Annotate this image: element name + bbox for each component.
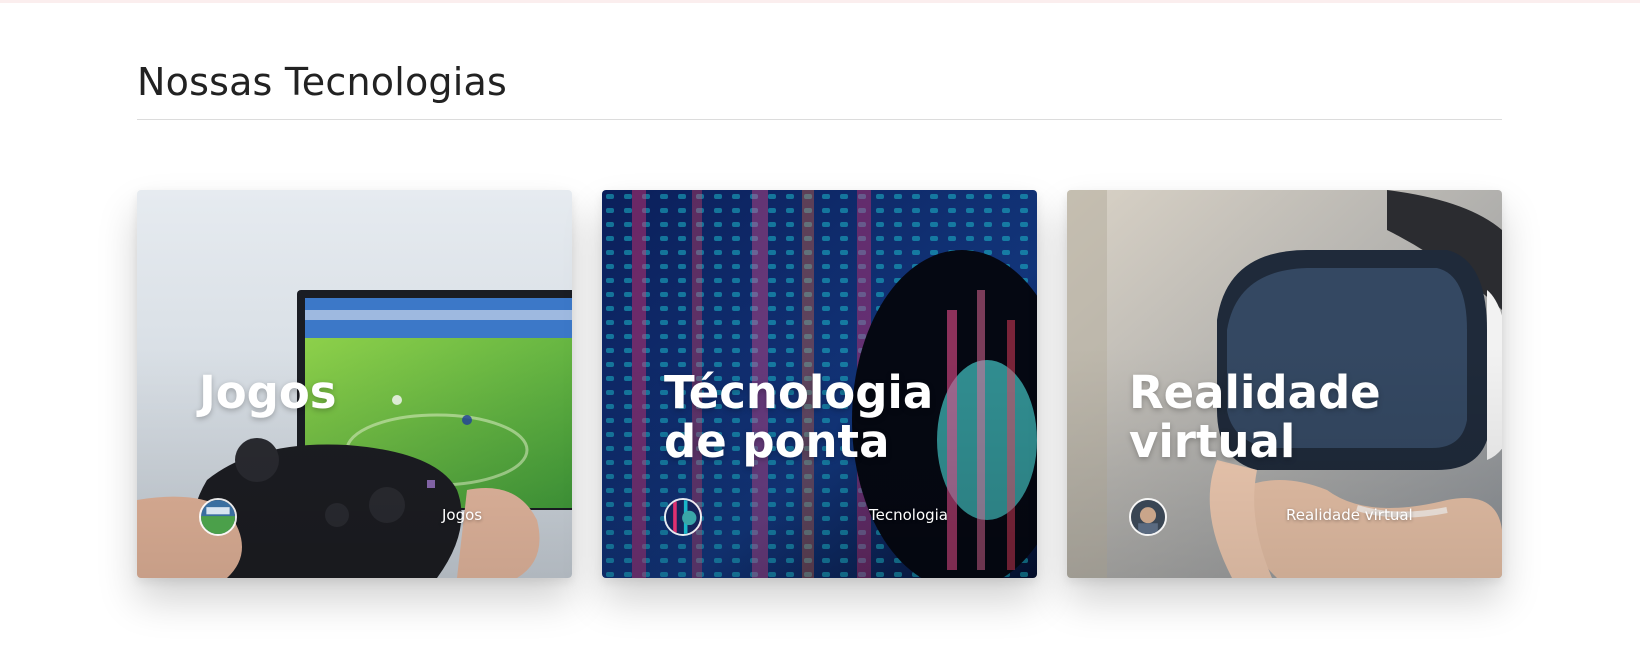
card-title: Técnologia de ponta	[664, 366, 934, 468]
card-title: Jogos	[199, 366, 337, 419]
section-title: Nossas Tecnologias	[137, 60, 507, 104]
card-category[interactable]: Jogos	[442, 506, 482, 524]
top-border-strip	[0, 0, 1640, 3]
card-realidade-virtual[interactable]: Realidade virtual Realidade virtual	[1067, 190, 1502, 578]
card-title: Realidade virtual	[1129, 366, 1381, 468]
card-category[interactable]: Tecnologia	[869, 506, 948, 524]
card-category[interactable]: Realidade virtual	[1286, 506, 1413, 524]
avatar	[664, 498, 702, 536]
card-tecnologia[interactable]: Técnologia de ponta Tecnologia	[602, 190, 1037, 578]
card-jogos[interactable]: Jogos Jogos	[137, 190, 572, 578]
avatar	[199, 498, 237, 536]
avatar	[1129, 498, 1167, 536]
section-divider	[137, 119, 1502, 120]
